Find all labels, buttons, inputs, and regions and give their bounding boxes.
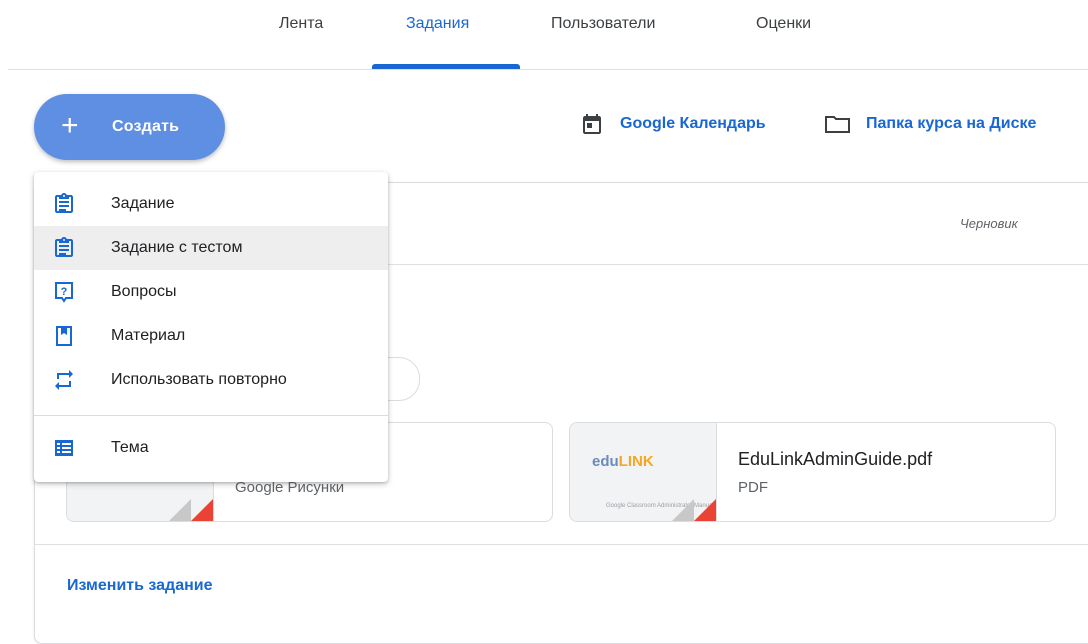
menu-item-questions[interactable]: ? Вопросы (34, 270, 388, 314)
menu-item-assignment[interactable]: Задание (34, 182, 388, 226)
tab-grades[interactable]: Оценки (756, 15, 811, 33)
draft-status: Черновик (960, 216, 1018, 231)
menu-item-label: Материал (111, 327, 186, 344)
calendar-icon (583, 114, 601, 134)
menu-item-material[interactable]: Материал (34, 314, 388, 358)
tab-people[interactable]: Пользователи (551, 15, 655, 33)
thumbnail-fold (169, 499, 191, 521)
assignment-icon (55, 193, 73, 213)
edit-assignment-link[interactable]: Изменить задание (67, 577, 213, 595)
attachment-type: PDF (738, 479, 768, 496)
question-icon: ? (55, 282, 73, 303)
menu-divider (34, 415, 388, 416)
menu-item-label: Использовать повторно (111, 371, 287, 388)
topic-icon (55, 440, 73, 456)
attachment-thumbnail: eduLINK Google Classroom Administrator M… (570, 423, 717, 521)
thumbnail-fold-red (191, 499, 213, 521)
material-icon (56, 326, 72, 346)
thumbnail-fold (672, 499, 694, 521)
tab-feed[interactable]: Лента (279, 15, 323, 33)
reuse-icon (55, 370, 73, 390)
menu-item-label: Задание (111, 195, 175, 212)
thumbnail-fold-red (694, 499, 716, 521)
create-button-label: Создать (112, 118, 180, 135)
calendar-link-label: Google Календарь (620, 115, 766, 132)
menu-item-topic[interactable]: Тема (34, 426, 388, 470)
quiz-assignment-icon (55, 237, 73, 257)
drive-link-label: Папка курса на Диске (866, 115, 1037, 132)
plus-icon: + (61, 109, 79, 142)
attachment-pdf[interactable]: eduLINK Google Classroom Administrator M… (569, 422, 1056, 522)
menu-item-label: Тема (111, 439, 149, 456)
edulink-logo: eduLINK (592, 453, 654, 470)
menu-item-label: Вопросы (111, 283, 177, 300)
tab-assignments[interactable]: Задания (406, 15, 469, 33)
top-tab-bar: Лента Задания Пользователи Оценки (0, 0, 1088, 70)
card-footer-divider (34, 544, 1088, 545)
header-divider (8, 69, 1088, 70)
svg-text:?: ? (61, 286, 68, 298)
menu-item-label: Задание с тестом (111, 239, 243, 256)
create-menu: Задание Задание с тестом ? Вопросы Матер… (34, 172, 388, 482)
create-button[interactable]: + Создать (34, 94, 225, 160)
menu-item-quiz-assignment[interactable]: Задание с тестом (34, 226, 388, 270)
drive-folder-link[interactable]: Папка курса на Диске (824, 112, 1084, 136)
google-calendar-link[interactable]: Google Календарь (580, 112, 810, 136)
menu-item-reuse[interactable]: Использовать повторно (34, 358, 388, 402)
folder-icon (825, 116, 850, 133)
attachment-title: EduLinkAdminGuide.pdf (738, 449, 933, 469)
